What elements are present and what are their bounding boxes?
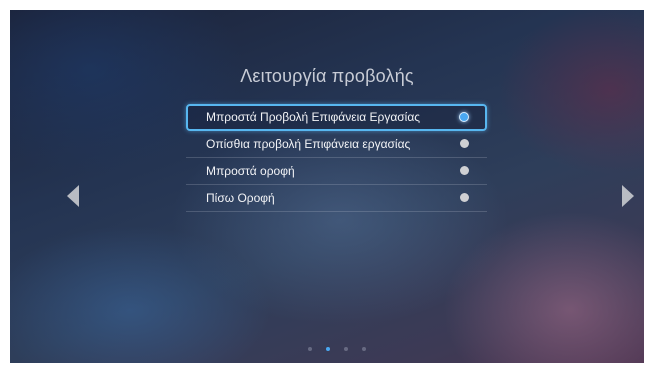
menu-item-front-ceiling[interactable]: Μπροστά οροφή [186, 158, 487, 185]
menu-item-rear-table[interactable]: Οπίσθια προβολή Επιφάνεια εργασίας [186, 131, 487, 158]
menu-item-label: Πίσω Οροφή [206, 191, 275, 205]
radio-unselected-icon[interactable] [460, 139, 469, 148]
radio-selected-icon[interactable] [459, 112, 469, 122]
page-dot-active [326, 347, 330, 351]
page-title: Λειτουργία προβολής [240, 66, 414, 86]
page-dot [308, 347, 312, 351]
projection-mode-menu: Μπροστά Προβολή Επιφάνεια Εργασίας Οπίσθ… [186, 104, 487, 212]
page-dot [362, 347, 366, 351]
menu-item-label: Μπροστά οροφή [206, 164, 295, 178]
menu-item-label: Μπροστά Προβολή Επιφάνεια Εργασίας [206, 110, 421, 124]
projection-mode-screen: Λειτουργία προβολής Μπροστά Προβολή Επιφ… [10, 10, 644, 363]
menu-item-front-table[interactable]: Μπροστά Προβολή Επιφάνεια Εργασίας [186, 104, 487, 131]
page-dot [344, 347, 348, 351]
previous-page-arrow-icon[interactable] [67, 185, 79, 207]
radio-unselected-icon[interactable] [460, 166, 469, 175]
next-page-arrow-icon[interactable] [622, 185, 634, 207]
menu-item-rear-ceiling[interactable]: Πίσω Οροφή [186, 185, 487, 212]
radio-unselected-icon[interactable] [460, 193, 469, 202]
menu-item-label: Οπίσθια προβολή Επιφάνεια εργασίας [206, 137, 411, 151]
